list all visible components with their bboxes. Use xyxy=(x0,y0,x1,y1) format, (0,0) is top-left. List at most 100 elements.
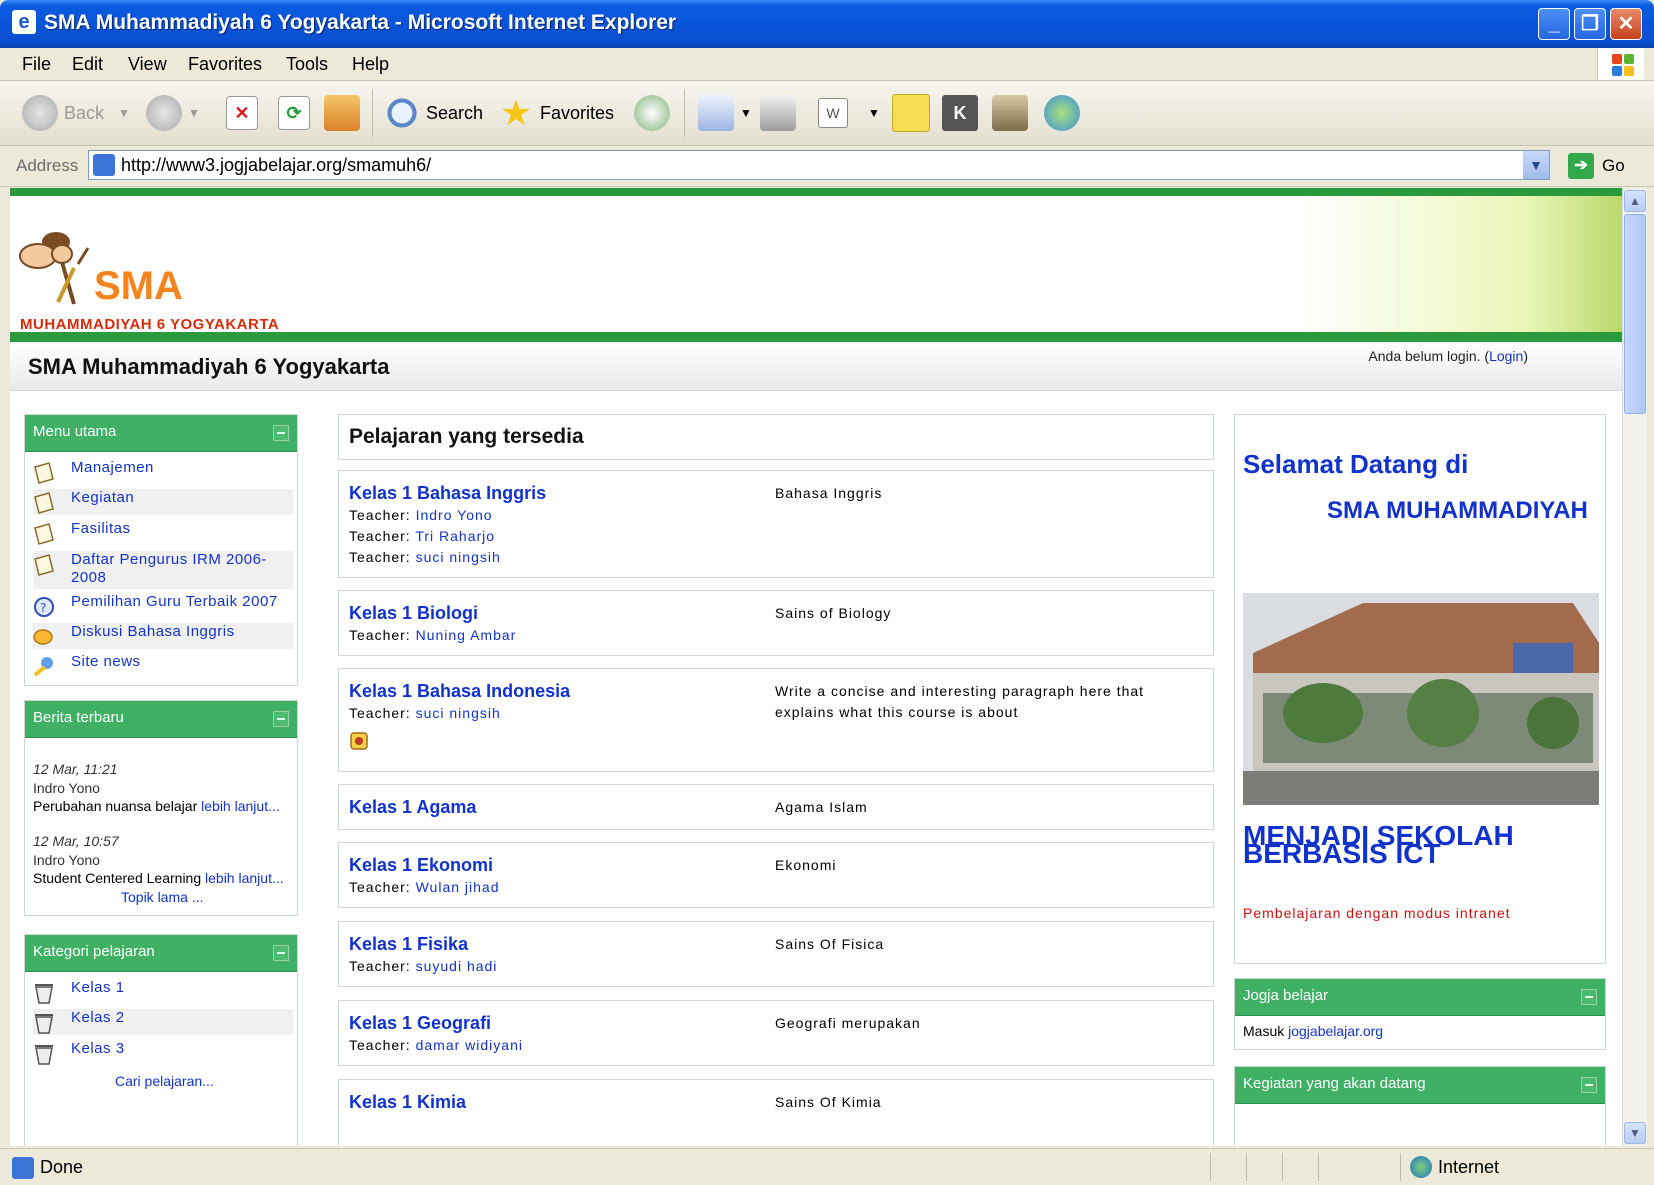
teacher-link[interactable]: suci ningsih xyxy=(416,549,501,565)
search-courses-link[interactable]: Cari pelajaran... xyxy=(115,1073,214,1089)
menu-tools[interactable]: Tools xyxy=(286,54,328,75)
menu-favorites[interactable]: Favorites xyxy=(188,54,262,75)
back-arrow-icon xyxy=(22,95,58,131)
collapse-icon[interactable] xyxy=(273,711,289,727)
menu-item-manajemen[interactable]: Manajemen xyxy=(33,459,293,485)
course-link[interactable]: Kelas 1 Ekonomi xyxy=(349,855,493,876)
messenger-icon xyxy=(1044,95,1080,131)
menu-item-diskusi[interactable]: Diskusi Bahasa Inggris xyxy=(33,623,293,649)
refresh-button[interactable]: ⟳ xyxy=(278,93,316,133)
older-topics-link[interactable]: Topik lama ... xyxy=(121,889,203,905)
site-name: SMA Muhammadiyah 6 Yogyakarta xyxy=(28,354,390,379)
home-button[interactable] xyxy=(324,93,366,133)
address-input[interactable]: http://www3.jogjabelajar.org/smamuh6/ ▼ xyxy=(88,150,1550,180)
course-description: Ekonomi xyxy=(775,857,837,873)
menu-bar: File Edit View Favorites Tools Help xyxy=(0,48,1654,81)
welcome-slogan: MENJADI SEKOLAH BERBASIS ICT xyxy=(1243,820,1514,869)
mail-button[interactable]: ▼ xyxy=(698,93,752,133)
scroll-thumb[interactable] xyxy=(1624,214,1646,414)
back-button[interactable]: Back ▼ xyxy=(22,93,130,133)
teacher-link[interactable]: damar widiyani xyxy=(416,1037,523,1053)
note-button[interactable] xyxy=(892,93,936,133)
menu-item-daftar-pengurus[interactable]: Daftar Pengurus IRM 2006-2008 xyxy=(33,551,293,589)
teacher-link[interactable]: Wulan jihad xyxy=(416,879,500,895)
address-bar: Address http://www3.jogjabelajar.org/sma… xyxy=(0,146,1654,187)
close-button[interactable]: ✕ xyxy=(1610,8,1642,40)
messenger-button[interactable] xyxy=(1044,93,1086,133)
search-button[interactable]: Search xyxy=(384,93,483,133)
chevron-down-icon[interactable]: ▼ xyxy=(188,106,200,120)
history-button[interactable] xyxy=(634,93,676,133)
course-link[interactable]: Kelas 1 Kimia xyxy=(349,1092,466,1113)
menu-item-fasilitas[interactable]: Fasilitas xyxy=(33,520,293,546)
category-kelas-2[interactable]: Kelas 2 xyxy=(33,1009,293,1035)
menu-edit[interactable]: Edit xyxy=(72,54,103,75)
print-button[interactable] xyxy=(760,93,802,133)
menu-item-kegiatan[interactable]: Kegiatan xyxy=(33,489,293,515)
menu-help[interactable]: Help xyxy=(352,54,389,75)
course-link[interactable]: Kelas 1 Bahasa Indonesia xyxy=(349,681,570,702)
toolbar-divider xyxy=(372,89,373,137)
ie-window: e SMA Muhammadiyah 6 Yogyakarta - Micros… xyxy=(0,0,1654,1185)
news-item: Perubahan nuansa belajar lebih lanjut... xyxy=(33,798,280,814)
login-link[interactable]: Login xyxy=(1489,348,1523,364)
login-info: Anda belum login. (Login) xyxy=(1368,348,1528,364)
course-link[interactable]: Kelas 1 Agama xyxy=(349,797,476,818)
chevron-down-icon[interactable]: ▼ xyxy=(1523,151,1549,179)
teacher-link[interactable]: suci ningsih xyxy=(416,705,501,721)
research-button[interactable] xyxy=(992,93,1034,133)
course-link[interactable]: Kelas 1 Biologi xyxy=(349,603,478,624)
vertical-scrollbar[interactable]: ▲ ▼ xyxy=(1622,188,1647,1146)
menu-view[interactable]: View xyxy=(128,54,167,75)
page-icon xyxy=(93,154,115,176)
collapse-icon[interactable] xyxy=(1581,989,1597,1005)
stop-button[interactable]: ✕ xyxy=(226,93,264,133)
chevron-down-icon[interactable]: ▼ xyxy=(868,106,880,120)
teacher-link[interactable]: Indro Yono xyxy=(416,507,493,523)
mascot-icon xyxy=(19,232,90,305)
go-button[interactable]: ➔ Go xyxy=(1568,152,1625,180)
category-kelas-3[interactable]: Kelas 3 xyxy=(33,1040,293,1066)
teacher-link[interactable]: Tri Raharjo xyxy=(415,528,495,544)
collapse-icon[interactable] xyxy=(1581,1077,1597,1093)
welcome-school-name: SMA MUHAMMADIYAH xyxy=(1327,497,1588,524)
collapse-icon[interactable] xyxy=(273,425,289,441)
course-item: Kelas 1 Fisika Teacher: suyudi hadi Sain… xyxy=(338,921,1214,987)
menu-file[interactable]: File xyxy=(22,54,51,75)
menu-item-pemilihan-guru[interactable]: ? Pemilihan Guru Terbaik 2007 xyxy=(33,593,293,619)
course-link[interactable]: Kelas 1 Fisika xyxy=(349,934,468,955)
go-arrow-icon: ➔ xyxy=(1568,153,1594,179)
teacher-link[interactable]: suyudi hadi xyxy=(416,958,498,974)
welcome-tagline: Pembelajaran dengan modus intranet xyxy=(1243,905,1511,921)
window-title: SMA Muhammadiyah 6 Yogyakarta - Microsof… xyxy=(44,11,677,34)
teacher-link[interactable]: Nuning Ambar xyxy=(416,627,517,643)
favorites-button[interactable]: ★ Favorites xyxy=(498,93,614,133)
star-icon: ★ xyxy=(499,92,533,133)
course-description: Sains of Biology xyxy=(775,605,892,621)
course-link[interactable]: Kelas 1 Geografi xyxy=(349,1013,491,1034)
forward-button[interactable]: ▼ xyxy=(146,93,200,133)
chevron-down-icon[interactable]: ▼ xyxy=(740,106,752,120)
read-more-link[interactable]: lebih lanjut... xyxy=(201,798,280,814)
scroll-down-icon[interactable]: ▼ xyxy=(1624,1122,1646,1144)
jogjabelajar-link[interactable]: jogjabelajar.org xyxy=(1288,1023,1383,1039)
school-logo[interactable]: SMA MUHAMMADIYAH 6 YOGYAKARTA xyxy=(14,224,279,333)
status-bar: Done Internet xyxy=(0,1148,1654,1185)
k-button[interactable]: K xyxy=(942,93,984,133)
title-bar[interactable]: e SMA Muhammadiyah 6 Yogyakarta - Micros… xyxy=(0,0,1654,48)
scroll-up-icon[interactable]: ▲ xyxy=(1624,190,1646,212)
minimize-button[interactable]: _ xyxy=(1538,8,1570,40)
chevron-down-icon[interactable]: ▼ xyxy=(118,106,130,120)
course-link[interactable]: Kelas 1 Bahasa Inggris xyxy=(349,483,546,504)
course-description: Write a concise and interesting paragrap… xyxy=(775,683,1145,720)
collapse-icon[interactable] xyxy=(273,945,289,961)
address-url[interactable]: http://www3.jogjabelajar.org/smamuh6/ xyxy=(121,155,431,176)
menu-item-site-news[interactable]: Site news xyxy=(33,653,293,679)
edit-button[interactable]: W ▼ xyxy=(818,93,880,133)
category-kelas-1[interactable]: Kelas 1 xyxy=(33,979,293,1005)
news-author: Indro Yono xyxy=(33,852,100,868)
maximize-button[interactable]: ❐ xyxy=(1574,8,1606,40)
note-icon xyxy=(892,94,930,132)
guest-access-icon xyxy=(350,732,368,750)
read-more-link[interactable]: lebih lanjut... xyxy=(205,870,284,886)
